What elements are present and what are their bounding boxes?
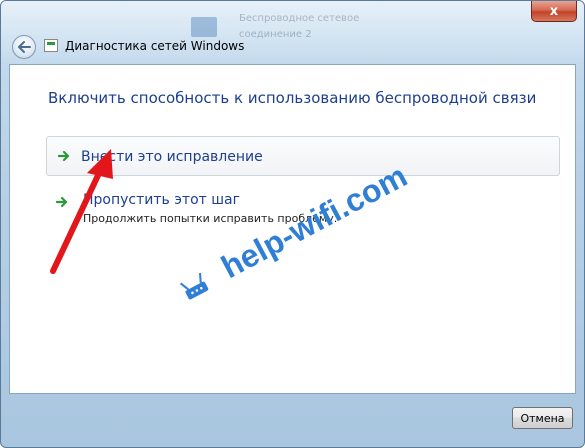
page-title: Включить способность к использованию бес…	[48, 89, 537, 107]
back-arrow-icon	[18, 41, 31, 53]
green-arrow-icon	[58, 150, 70, 162]
ghost-text	[13, 15, 16, 26]
content-panel: Включить способность к использованию бес…	[9, 64, 576, 394]
network-diagnostics-icon	[44, 39, 58, 52]
diagnostics-window: Беспроводное сетевое соединение 2 x Диаг…	[0, 0, 585, 448]
footer: Отмена	[9, 394, 576, 439]
apply-fix-label: Внести это исправление	[81, 149, 263, 165]
ghost-text-1: Беспроводное сетевое	[239, 13, 360, 24]
close-icon: x	[549, 3, 559, 19]
window-title: Диагностика сетей Windows	[65, 39, 245, 53]
green-arrow-icon	[56, 196, 68, 208]
skip-step-option[interactable]: Пропустить этот шаг	[83, 192, 240, 208]
back-button[interactable]	[12, 35, 36, 59]
apply-fix-option[interactable]: Внести это исправление	[46, 136, 560, 176]
title-bar: Диагностика сетей Windows	[1, 31, 584, 61]
skip-step-description: Продолжить попытки исправить проблему.	[83, 212, 338, 225]
cancel-button[interactable]: Отмена	[512, 407, 573, 429]
close-button[interactable]: x	[531, 1, 577, 22]
